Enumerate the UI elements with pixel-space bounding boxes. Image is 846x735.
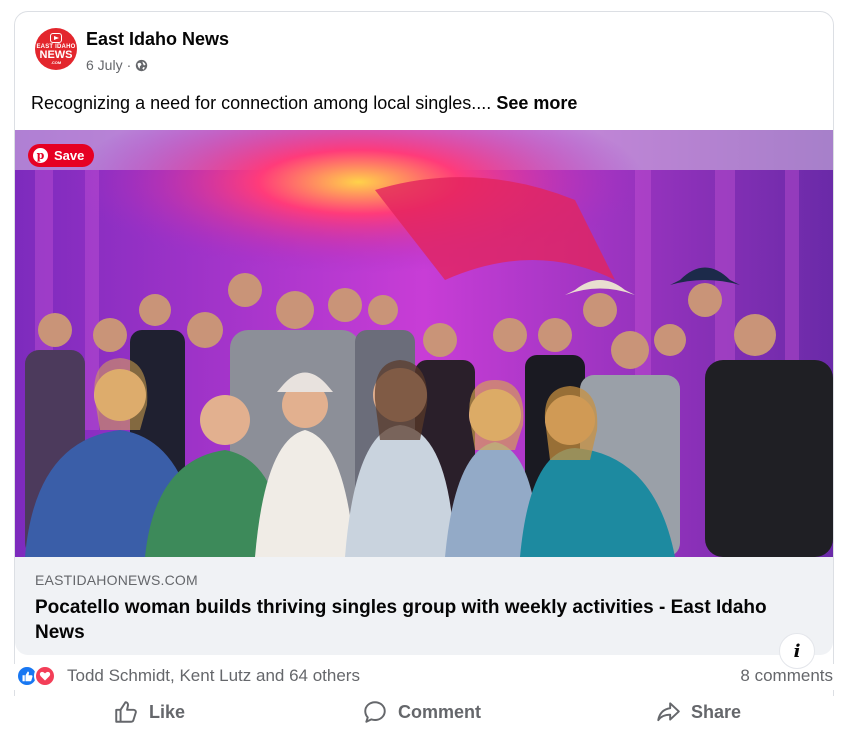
- post-card: EAST IDAHO NEWS .COM East Idaho News 6 J…: [14, 11, 834, 735]
- avatar-line3: .COM: [50, 60, 62, 65]
- pinterest-icon: p: [33, 148, 48, 163]
- post-meta: East Idaho News 6 July ·: [86, 28, 229, 73]
- reaction-icons[interactable]: [16, 665, 56, 687]
- action-bar: Like Comment Share: [0, 696, 846, 735]
- link-title[interactable]: Pocatello woman builds thriving singles …: [35, 595, 795, 645]
- love-icon: [34, 665, 56, 687]
- post-header: EAST IDAHO NEWS .COM East Idaho News 6 J…: [35, 28, 229, 73]
- like-outline-icon: [115, 701, 137, 723]
- comment-icon: [364, 701, 386, 723]
- comments-count[interactable]: 8 comments: [740, 666, 833, 686]
- share-icon: [657, 702, 680, 722]
- heart-glyph: [39, 671, 51, 681]
- post-timestamp-row: 6 July ·: [86, 57, 229, 73]
- save-label: Save: [54, 148, 85, 163]
- link-domain: EASTIDAHONEWS.COM: [35, 572, 198, 588]
- post-message-text: Recognizing a need for connection among …: [31, 93, 492, 113]
- page-avatar[interactable]: EAST IDAHO NEWS .COM: [35, 28, 77, 70]
- post-photo[interactable]: p Save: [15, 130, 833, 557]
- see-more-link[interactable]: See more: [496, 93, 577, 113]
- meta-separator: ·: [126, 57, 132, 73]
- reactions-bar: Todd Schmidt, Kent Lutz and 64 others 8 …: [0, 664, 846, 690]
- reactors-summary[interactable]: Todd Schmidt, Kent Lutz and 64 others: [67, 666, 360, 686]
- group-photo-illustration: [15, 130, 833, 557]
- comment-button[interactable]: Comment: [362, 699, 481, 725]
- share-label: Share: [691, 701, 742, 722]
- thumbs-up-glyph: [22, 671, 33, 682]
- share-button[interactable]: Share: [655, 699, 741, 725]
- post-message: Recognizing a need for connection among …: [31, 93, 577, 114]
- post-timestamp[interactable]: 6 July: [86, 57, 123, 73]
- like-button[interactable]: Like: [113, 699, 185, 725]
- info-icon[interactable]: i: [779, 633, 815, 669]
- pinterest-save-button[interactable]: p Save: [28, 144, 95, 167]
- comment-label: Comment: [398, 701, 482, 722]
- globe-icon[interactable]: [135, 59, 148, 72]
- like-label: Like: [149, 701, 186, 722]
- play-icon: [50, 33, 62, 43]
- link-preview[interactable]: i EASTIDAHONEWS.COM Pocatello woman buil…: [15, 557, 833, 669]
- page-name[interactable]: East Idaho News: [86, 29, 229, 50]
